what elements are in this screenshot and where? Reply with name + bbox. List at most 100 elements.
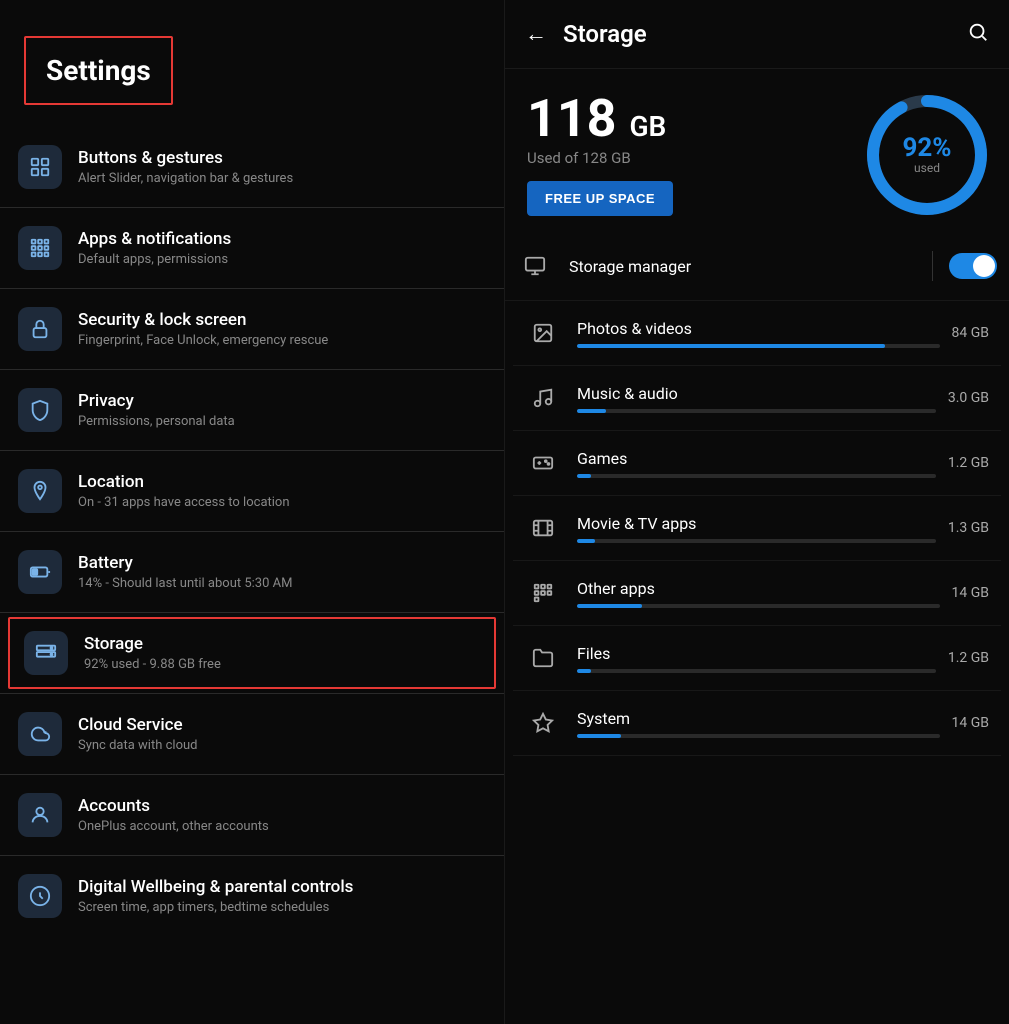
storage-circle: 92% used: [867, 95, 987, 215]
photos-bar-fill: [577, 344, 885, 348]
sidebar-item-battery[interactable]: Battery 14% - Should last until about 5:…: [0, 536, 504, 608]
games-size: 1.2 GB: [948, 455, 989, 471]
storage-row-games[interactable]: Games 1.2 GB: [513, 431, 1001, 496]
other-apps-bar-fill: [577, 604, 642, 608]
security-title: Security & lock screen: [78, 310, 486, 330]
files-bar: [577, 669, 936, 673]
photos-size: 84 GB: [952, 325, 989, 341]
music-info: Music & audio: [577, 384, 936, 413]
photos-label: Photos & videos: [577, 319, 940, 338]
free-up-space-button[interactable]: FREE UP SPACE: [527, 181, 673, 216]
circle-percent-value: 92%: [902, 135, 951, 161]
buttons-gestures-icon: [18, 145, 62, 189]
accounts-icon: [18, 793, 62, 837]
back-button[interactable]: ←: [525, 21, 547, 47]
security-icon: [18, 307, 62, 351]
movies-info: Movie & TV apps: [577, 514, 936, 543]
buttons-gestures-text: Buttons & gestures Alert Slider, navigat…: [78, 148, 486, 186]
games-icon: [525, 445, 561, 481]
storage-percent-text: 92% used: [902, 135, 951, 175]
storage-row-files[interactable]: Files 1.2 GB: [513, 626, 1001, 691]
apps-notifications-text: Apps & notifications Default apps, permi…: [78, 229, 486, 267]
toggle-knob: [973, 255, 995, 277]
storage-title: Storage: [84, 634, 480, 654]
games-bar: [577, 474, 936, 478]
storage-row-music[interactable]: Music & audio 3.0 GB: [513, 366, 1001, 431]
apps-notifications-icon: [18, 226, 62, 270]
buttons-gestures-subtitle: Alert Slider, navigation bar & gestures: [78, 171, 486, 186]
accounts-title: Accounts: [78, 796, 486, 816]
storage-page-title: Storage: [563, 20, 967, 48]
storage-summary: 118 GB Used of 128 GB FREE UP SPACE 92% …: [505, 69, 1009, 232]
storage-manager-row[interactable]: Storage manager: [505, 232, 1009, 301]
search-icon[interactable]: [967, 21, 989, 48]
apps-notifications-subtitle: Default apps, permissions: [78, 252, 486, 267]
battery-text: Battery 14% - Should last until about 5:…: [78, 553, 486, 591]
system-label: System: [577, 709, 940, 728]
other-apps-label: Other apps: [577, 579, 940, 598]
sidebar-item-storage[interactable]: Storage 92% used - 9.88 GB free: [8, 617, 496, 689]
digital-wellbeing-subtitle: Screen time, app timers, bedtime schedul…: [78, 900, 486, 915]
settings-title: Settings: [46, 54, 151, 87]
storage-gb: 118 GB: [527, 93, 867, 145]
storage-manager-label: Storage manager: [569, 257, 932, 276]
privacy-subtitle: Permissions, personal data: [78, 414, 486, 429]
games-label: Games: [577, 449, 936, 468]
sidebar-item-cloud[interactable]: Cloud Service Sync data with cloud: [0, 698, 504, 770]
privacy-icon: [18, 388, 62, 432]
buttons-gestures-title: Buttons & gestures: [78, 148, 486, 168]
files-label: Files: [577, 644, 936, 663]
games-info: Games: [577, 449, 936, 478]
privacy-title: Privacy: [78, 391, 486, 411]
music-icon: [525, 380, 561, 416]
music-size: 3.0 GB: [948, 390, 989, 406]
movies-label: Movie & TV apps: [577, 514, 936, 533]
system-info: System: [577, 709, 940, 738]
music-bar: [577, 409, 936, 413]
sidebar-item-accounts[interactable]: Accounts OnePlus account, other accounts: [0, 779, 504, 851]
storage-subtitle: 92% used - 9.88 GB free: [84, 657, 480, 672]
sidebar-item-buttons-gestures[interactable]: Buttons & gestures Alert Slider, navigat…: [0, 131, 504, 203]
movies-bar: [577, 539, 936, 543]
storage-manager-toggle[interactable]: [949, 253, 997, 279]
apps-notifications-title: Apps & notifications: [78, 229, 486, 249]
location-text: Location On - 31 apps have access to loc…: [78, 472, 486, 510]
sidebar-item-security[interactable]: Security & lock screen Fingerprint, Face…: [0, 293, 504, 365]
accounts-text: Accounts OnePlus account, other accounts: [78, 796, 486, 834]
digital-wellbeing-text: Digital Wellbeing & parental controls Sc…: [78, 877, 486, 915]
storage-text: Storage 92% used - 9.88 GB free: [84, 634, 480, 672]
sidebar-item-digital-wellbeing[interactable]: Digital Wellbeing & parental controls Sc…: [0, 860, 504, 932]
battery-title: Battery: [78, 553, 486, 573]
system-bar-fill: [577, 734, 621, 738]
sidebar-item-apps-notifications[interactable]: Apps & notifications Default apps, permi…: [0, 212, 504, 284]
security-subtitle: Fingerprint, Face Unlock, emergency resc…: [78, 333, 486, 348]
sidebar-item-privacy[interactable]: Privacy Permissions, personal data: [0, 374, 504, 446]
storage-row-system[interactable]: System 14 GB: [513, 691, 1001, 756]
storage-row-photos[interactable]: Photos & videos 84 GB: [513, 301, 1001, 366]
location-icon: [18, 469, 62, 513]
sidebar-item-location[interactable]: Location On - 31 apps have access to loc…: [0, 455, 504, 527]
storage-row-movies[interactable]: Movie & TV apps 1.3 GB: [513, 496, 1001, 561]
cloud-subtitle: Sync data with cloud: [78, 738, 486, 753]
battery-subtitle: 14% - Should last until about 5:30 AM: [78, 576, 486, 591]
other-apps-size: 14 GB: [952, 585, 989, 601]
games-bar-fill: [577, 474, 591, 478]
system-icon: [525, 705, 561, 741]
system-size: 14 GB: [952, 715, 989, 731]
settings-list: Buttons & gestures Alert Slider, navigat…: [0, 131, 504, 932]
storage-of-label: Used of 128 GB: [527, 149, 867, 167]
other-apps-bar: [577, 604, 940, 608]
system-bar: [577, 734, 940, 738]
storage-items-list: Photos & videos 84 GB Music & audio 3.0 …: [505, 301, 1009, 756]
music-bar-fill: [577, 409, 606, 413]
files-info: Files: [577, 644, 936, 673]
storage-row-other-apps[interactable]: Other apps 14 GB: [513, 561, 1001, 626]
files-size: 1.2 GB: [948, 650, 989, 666]
other-apps-icon: [525, 575, 561, 611]
photos-icon: [525, 315, 561, 351]
storage-header: ← Storage: [505, 0, 1009, 69]
storage-panel: ← Storage 118 GB Used of 128 GB FREE UP …: [504, 0, 1009, 1024]
cloud-icon: [18, 712, 62, 756]
movies-icon: [525, 510, 561, 546]
movies-size: 1.3 GB: [948, 520, 989, 536]
